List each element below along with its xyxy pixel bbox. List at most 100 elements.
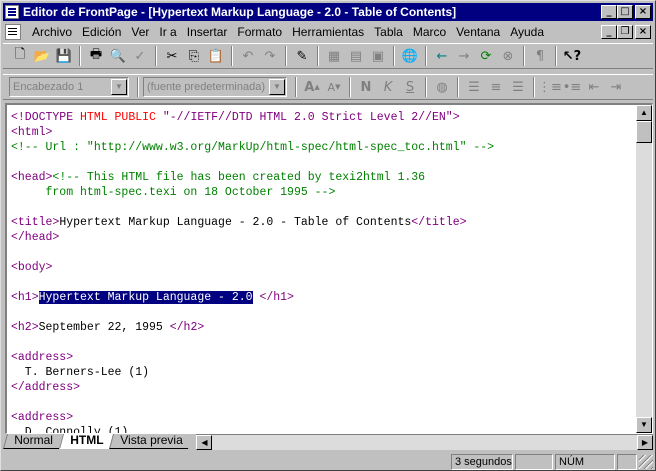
menu-ventana[interactable]: Ventana <box>451 25 505 39</box>
code-token: <!-- This HTML file has been created by … <box>52 171 426 184</box>
code-line[interactable] <box>11 335 636 350</box>
code-line[interactable]: <h2>September 22, 1995 </h2> <box>11 320 636 335</box>
menu-edicion[interactable]: Edición <box>77 25 126 39</box>
code-line[interactable]: T. Berners-Lee (1) <box>11 365 636 380</box>
code-line[interactable]: <h1>Hypertext Markup Language - 2.0 </h1… <box>11 290 636 305</box>
menu-ver[interactable]: Ver <box>126 25 154 39</box>
code-line[interactable] <box>11 305 636 320</box>
code-line[interactable]: <!DOCTYPE HTML PUBLIC "-//IETF//DTD HTML… <box>11 110 636 125</box>
align-right-icon[interactable]: ☰ <box>507 76 529 98</box>
back-arrow-icon[interactable]: ← <box>431 45 453 67</box>
print-icon[interactable]: 🖶 <box>85 45 107 67</box>
bulleted-list-icon[interactable]: •≡ <box>561 76 583 98</box>
decrease-indent-icon[interactable]: ⇤ <box>583 76 605 98</box>
stop-icon[interactable]: ⊗ <box>497 45 519 67</box>
selected-text: Hypertext Markup Language - 2.0 <box>38 291 253 304</box>
close-button[interactable]: × <box>635 5 651 19</box>
doc-close-button[interactable]: × <box>635 24 651 39</box>
text-color-icon[interactable]: ◍ <box>431 76 453 98</box>
code-line[interactable]: <address> <box>11 350 636 365</box>
align-left-icon[interactable]: ☰ <box>463 76 485 98</box>
maximize-button[interactable]: □ <box>617 5 633 19</box>
save-icon[interactable]: 💾 <box>53 45 75 67</box>
scroll-up-icon[interactable]: ▲ <box>636 105 652 121</box>
undo-icon[interactable]: ↶ <box>237 45 259 67</box>
underline-icon[interactable]: S <box>399 76 421 98</box>
menu-insertar[interactable]: Insertar <box>182 25 233 39</box>
align-center-icon[interactable]: ≡ <box>485 76 507 98</box>
redo-icon[interactable]: ↷ <box>259 45 281 67</box>
tab-html[interactable]: HTML <box>58 433 114 449</box>
menu-ir-a[interactable]: Ir a <box>154 25 181 39</box>
code-line[interactable]: <title>Hypertext Markup Language - 2.0 -… <box>11 215 636 230</box>
doc-minimize-button[interactable]: _ <box>601 24 617 39</box>
code-line[interactable] <box>11 155 636 170</box>
code-line[interactable] <box>11 395 636 410</box>
window-title: Editor de FrontPage - [Hypertext Markup … <box>23 5 457 19</box>
menu-archivo[interactable]: Archivo <box>27 25 77 39</box>
bold-icon[interactable]: N <box>355 76 377 98</box>
resize-grip-icon[interactable] <box>639 454 653 469</box>
menu-marco[interactable]: Marco <box>408 25 451 39</box>
app-icon[interactable] <box>5 5 19 19</box>
document-icon[interactable] <box>5 23 21 40</box>
code-line[interactable] <box>11 245 636 260</box>
insert-image-icon[interactable]: ▣ <box>367 45 389 67</box>
insert-table-icon[interactable]: ▤ <box>345 45 367 67</box>
help-pointer-icon[interactable]: ↖? <box>561 45 583 67</box>
title-bar[interactable]: Editor de FrontPage - [Hypertext Markup … <box>3 3 653 21</box>
format-painter-icon[interactable]: ✎ <box>291 45 313 67</box>
font-combo[interactable]: (fuente predeterminada) ▼ <box>143 77 287 97</box>
scroll-right-icon[interactable]: ▶ <box>637 435 653 450</box>
new-page-icon[interactable]: 🗋 <box>9 45 31 67</box>
refresh-icon[interactable]: ⟳ <box>475 45 497 67</box>
numbered-list-icon[interactable]: ⋮≡ <box>538 76 562 98</box>
menu-tabla[interactable]: Tabla <box>369 25 408 39</box>
scroll-thumb[interactable] <box>636 121 652 143</box>
spelling-icon[interactable]: ✓ <box>129 45 151 67</box>
hyperlink-icon[interactable]: 🌐 <box>399 45 421 67</box>
code-token: <address> <box>11 351 74 364</box>
cut-icon[interactable]: ✂ <box>161 45 183 67</box>
code-line[interactable]: <!-- Url : "http://www.w3.org/MarkUp/htm… <box>11 140 636 155</box>
scroll-left-icon[interactable]: ◀ <box>196 435 213 450</box>
menu-ayuda[interactable]: Ayuda <box>505 25 549 39</box>
paste-icon[interactable]: 📋 <box>205 45 227 67</box>
code-line[interactable]: </head> <box>11 230 636 245</box>
show-all-icon[interactable]: ¶ <box>529 45 551 67</box>
menu-formato[interactable]: Formato <box>232 25 287 39</box>
code-line[interactable]: from html-spec.texi on 18 October 1995 -… <box>11 185 636 200</box>
code-token: </address> <box>11 381 81 394</box>
italic-icon[interactable]: K <box>377 76 399 98</box>
html-editor[interactable]: <!DOCTYPE HTML PUBLIC "-//IETF//DTD HTML… <box>5 103 653 434</box>
minimize-button[interactable]: _ <box>601 5 617 19</box>
increase-indent-icon[interactable]: ⇥ <box>605 76 627 98</box>
chevron-down-icon[interactable]: ▼ <box>269 79 285 95</box>
forward-arrow-icon[interactable]: → <box>453 45 475 67</box>
decrease-font-icon[interactable]: A ▼ <box>323 76 345 98</box>
open-folder-icon[interactable]: 📂 <box>31 45 53 67</box>
menu-herramientas[interactable]: Herramientas <box>287 25 369 39</box>
doc-restore-button[interactable]: ❐ <box>617 24 633 39</box>
code-line[interactable] <box>11 200 636 215</box>
scroll-down-icon[interactable]: ▼ <box>636 417 652 433</box>
tab-vista-previa[interactable]: Vista previa <box>108 433 193 449</box>
html-source[interactable]: <!DOCTYPE HTML PUBLIC "-//IETF//DTD HTML… <box>11 110 636 433</box>
insert-component-icon[interactable]: ▦ <box>323 45 345 67</box>
tab-normal[interactable]: Normal <box>2 433 63 449</box>
style-combo[interactable]: Encabezado 1 ▼ <box>9 77 129 97</box>
copy-icon[interactable]: ⎘ <box>183 45 205 67</box>
increase-font-icon[interactable]: A ▲ <box>301 76 323 98</box>
print-preview-icon[interactable]: 🔍 <box>107 45 129 67</box>
code-line[interactable] <box>11 275 636 290</box>
code-line[interactable]: <html> <box>11 125 636 140</box>
code-line[interactable]: <head><!-- This HTML file has been creat… <box>11 170 636 185</box>
code-line[interactable]: <body> <box>11 260 636 275</box>
chevron-down-icon[interactable]: ▼ <box>111 79 127 95</box>
vertical-scrollbar[interactable]: ▲ ▼ <box>636 105 652 433</box>
code-line[interactable]: </address> <box>11 380 636 395</box>
code-line[interactable]: D. Connolly (1) <box>11 425 636 433</box>
code-token: </h2> <box>169 321 205 334</box>
code-line[interactable]: <address> <box>11 410 636 425</box>
horizontal-scrollbar[interactable]: ◀ ▶ <box>196 434 653 450</box>
